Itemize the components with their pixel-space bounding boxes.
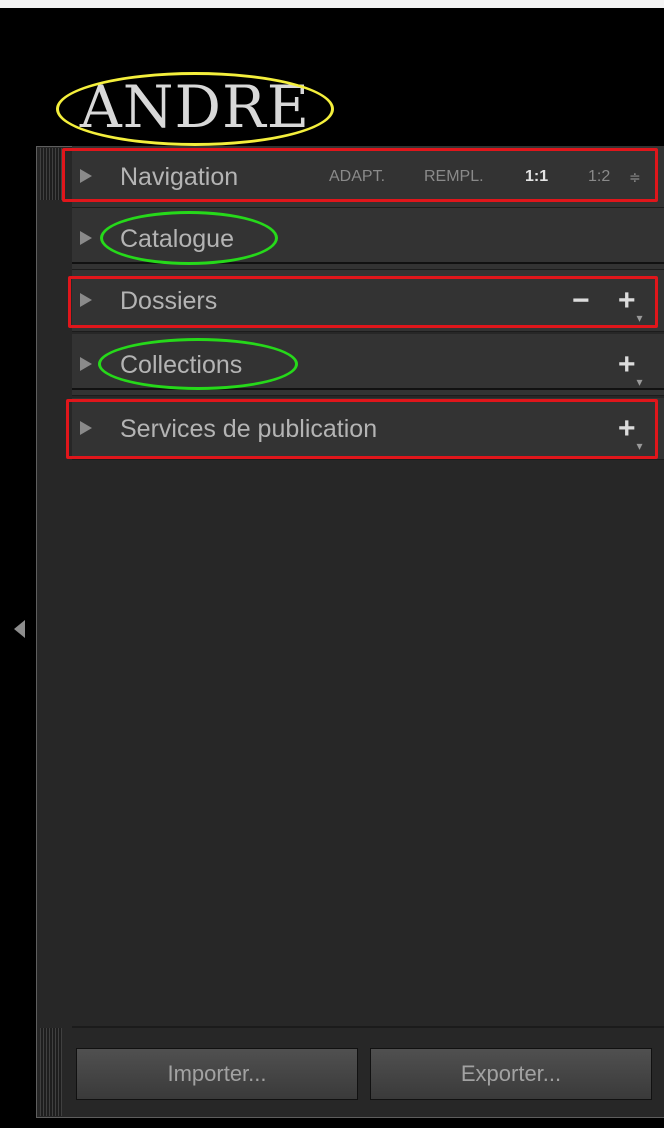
red-annotation-box-publish-services [66, 399, 658, 459]
panel-resize-grip-top[interactable] [40, 148, 62, 200]
collapse-panel-icon[interactable] [14, 620, 25, 638]
plus-glyph: + [618, 348, 636, 381]
panel-separator [72, 388, 664, 390]
green-annotation-oval-catalogue [100, 211, 278, 265]
green-annotation-oval-collections [98, 338, 298, 390]
disclosure-triangle-icon[interactable] [80, 231, 92, 245]
add-collection-icon[interactable]: +▾ [618, 334, 643, 396]
dropdown-caret-icon: ▾ [636, 375, 643, 389]
export-button[interactable]: Exporter... [370, 1048, 652, 1100]
top-border [0, 0, 664, 8]
import-button[interactable]: Importer... [76, 1048, 358, 1100]
red-annotation-box-navigation [62, 148, 658, 202]
disclosure-triangle-icon[interactable] [80, 357, 92, 371]
footer-divider [72, 1026, 664, 1028]
red-annotation-box-dossiers [68, 276, 658, 328]
yellow-annotation-oval [56, 72, 334, 146]
panel-resize-grip-bottom[interactable] [40, 1028, 62, 1116]
